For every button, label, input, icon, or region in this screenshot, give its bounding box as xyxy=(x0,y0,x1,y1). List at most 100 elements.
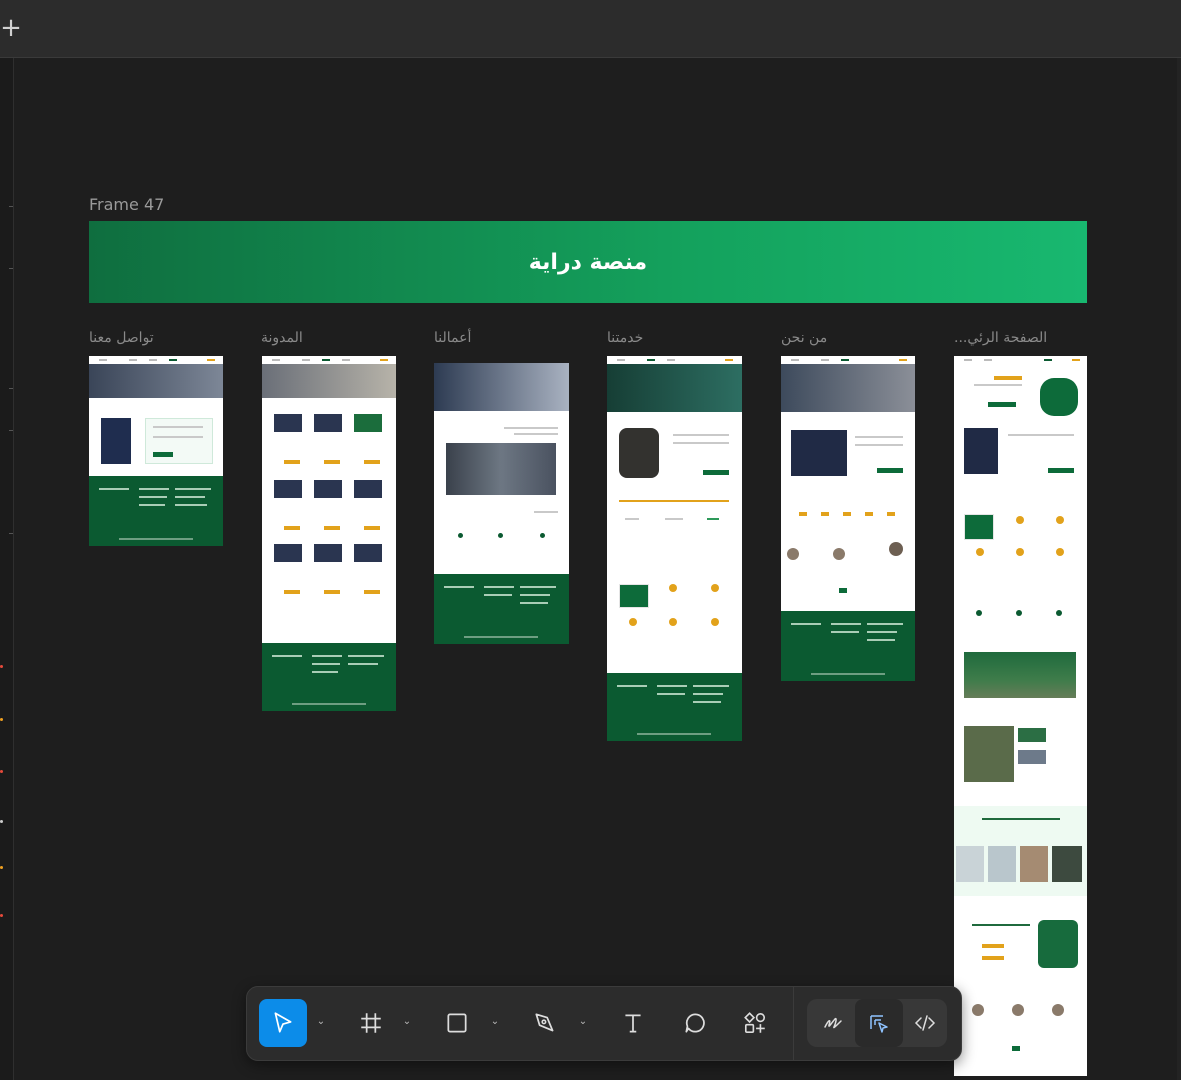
page-footer xyxy=(89,476,223,546)
bottom-toolbar: ⌄ ⌄ ⌄ ⌄ xyxy=(246,986,962,1061)
page-button xyxy=(153,452,173,457)
rectangle-tool-dropdown[interactable]: ⌄ xyxy=(489,1015,501,1029)
works-image xyxy=(446,443,556,495)
text-t-icon xyxy=(625,1014,641,1033)
stat-dot xyxy=(1016,610,1022,616)
left-panel-edge xyxy=(0,58,14,1080)
page-thumbnail-about[interactable] xyxy=(781,356,915,681)
stat-dot xyxy=(1056,610,1062,616)
service-icon xyxy=(1016,516,1024,524)
page-hero-image xyxy=(262,364,396,398)
works-stat-dot xyxy=(458,533,463,538)
pen-tool-button[interactable] xyxy=(521,999,569,1047)
page-text xyxy=(673,434,729,436)
blog-card-image xyxy=(274,480,302,498)
blog-card-button xyxy=(364,590,380,594)
service-icon xyxy=(711,584,719,592)
works-stat-dot xyxy=(498,533,503,538)
page-label-home[interactable]: الصفحة الرئي... xyxy=(954,330,1047,346)
page-label-blog[interactable]: المدونة xyxy=(261,330,303,346)
home-about-photo xyxy=(964,428,998,474)
testimonial-avatar xyxy=(889,542,903,556)
frame-tool-dropdown[interactable]: ⌄ xyxy=(401,1015,413,1029)
draw-mode-button[interactable] xyxy=(809,999,857,1047)
page-footer xyxy=(262,643,396,711)
page-text xyxy=(855,436,903,438)
about-stat xyxy=(843,512,851,516)
partner-logo xyxy=(707,518,719,520)
move-tool-button[interactable] xyxy=(259,999,307,1047)
components-tool-button[interactable] xyxy=(731,999,779,1047)
page-thumbnail-contact[interactable] xyxy=(89,356,223,546)
banner-title: منصة دراية xyxy=(528,249,648,275)
testimonial-avatar xyxy=(972,1004,984,1016)
page-text xyxy=(153,436,203,438)
pagination xyxy=(839,588,847,593)
blog-card-button xyxy=(324,460,340,464)
page-text xyxy=(1008,434,1074,436)
page-button xyxy=(703,470,729,475)
page-thumbnail-works[interactable] xyxy=(434,363,569,644)
about-stat xyxy=(821,512,829,516)
speech-bubble-icon xyxy=(685,1013,705,1033)
dev-mode-button[interactable] xyxy=(901,999,949,1047)
banner-frame[interactable]: منصة دراية xyxy=(89,221,1087,303)
status-dot xyxy=(0,770,3,773)
mode-switcher xyxy=(807,999,947,1047)
blog-card-button xyxy=(324,590,340,594)
service-icon xyxy=(1056,548,1064,556)
cursor-arrow-icon xyxy=(274,1012,292,1033)
home-consultant-photo xyxy=(1038,920,1078,968)
status-dot xyxy=(0,914,3,917)
home-news-image xyxy=(964,726,1014,782)
page-hero-image xyxy=(781,364,915,412)
service-icon xyxy=(629,618,637,626)
partner-logo xyxy=(665,518,683,520)
page-hero-image xyxy=(89,364,223,398)
about-stat xyxy=(887,512,895,516)
toolbar-divider xyxy=(793,987,794,1060)
page-thumbnail-services[interactable] xyxy=(607,356,742,741)
blog-card-image xyxy=(314,544,342,562)
blog-card-image xyxy=(314,414,342,432)
panel-divider xyxy=(9,430,13,431)
rectangle-tool-button[interactable] xyxy=(433,999,481,1047)
frame-label[interactable]: Frame 47 xyxy=(89,195,164,214)
shapes-plus-icon xyxy=(744,1012,766,1034)
works-stat-dot xyxy=(540,533,545,538)
home-service-card xyxy=(964,514,994,540)
frame-tool-button[interactable] xyxy=(347,999,395,1047)
text-tool-button[interactable] xyxy=(609,999,657,1047)
pen-tool-dropdown[interactable]: ⌄ xyxy=(577,1015,589,1029)
page-text xyxy=(855,444,903,446)
services-photo xyxy=(619,428,659,478)
testimonial-avatar xyxy=(787,548,799,560)
move-tool-dropdown[interactable]: ⌄ xyxy=(315,1015,327,1029)
home-news-image xyxy=(1018,728,1046,742)
add-icon[interactable]: + xyxy=(0,14,22,42)
page-thumbnail-home[interactable] xyxy=(954,356,1087,1076)
about-stat xyxy=(799,512,807,516)
page-text xyxy=(504,427,558,429)
home-list-item xyxy=(982,956,1004,960)
blog-card-image xyxy=(354,480,382,498)
page-label-about[interactable]: من نحن xyxy=(781,330,827,346)
page-thumbnail-blog[interactable] xyxy=(262,356,396,711)
page-button xyxy=(1048,468,1074,473)
page-label-services[interactable]: خدمتنا xyxy=(607,330,643,346)
pagination xyxy=(1012,1046,1020,1051)
pen-nib-icon xyxy=(535,1013,554,1032)
page-text xyxy=(534,511,558,513)
home-banner-image xyxy=(964,652,1076,698)
comment-tool-button[interactable] xyxy=(671,999,719,1047)
page-footer xyxy=(781,611,915,681)
page-label-contact[interactable]: تواصل معنا xyxy=(89,330,154,346)
design-mode-button[interactable] xyxy=(855,999,903,1047)
status-dot xyxy=(0,718,3,721)
page-text xyxy=(972,924,1030,926)
scribble-icon xyxy=(824,1017,842,1029)
blog-card-image xyxy=(274,414,302,432)
panel-divider xyxy=(9,388,13,389)
blog-card-button xyxy=(284,590,300,594)
page-label-works[interactable]: أعمالنا xyxy=(434,330,471,346)
